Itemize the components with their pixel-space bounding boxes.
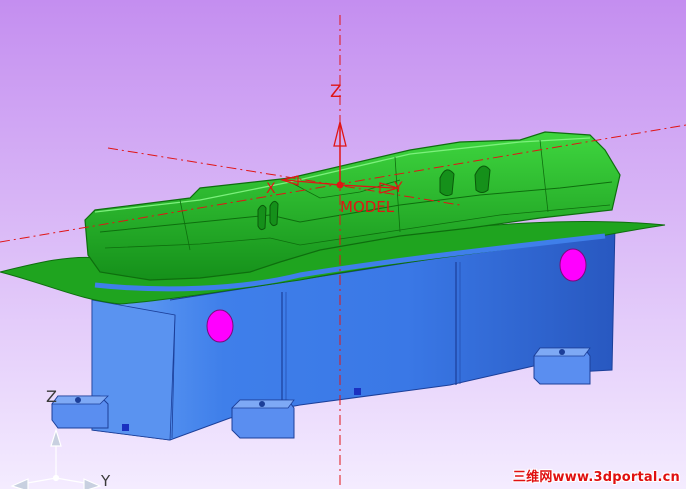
small-marker	[122, 424, 129, 431]
locating-hole-left[interactable]	[206, 309, 234, 343]
view-triad-z-label: Z	[46, 387, 57, 406]
small-marker	[354, 388, 361, 395]
3d-model-view[interactable]: Z X Y MODEL Z Y	[0, 0, 686, 489]
model-axis-z-label: Z	[330, 82, 342, 102]
model-axis-y-label: Y	[393, 180, 403, 196]
view-triad-y-label: Y	[100, 472, 111, 489]
mounting-block-left[interactable]	[51, 395, 109, 429]
locating-hole-right[interactable]	[559, 248, 587, 282]
model-axis-x-label: X	[266, 181, 276, 197]
cad-viewport[interactable]: Z X Y MODEL Z Y 三维网www.3dportal.cn	[0, 0, 686, 489]
model-name-label: MODEL	[340, 198, 395, 216]
mounting-block-middle[interactable]	[231, 399, 295, 439]
mounting-block-right[interactable]	[533, 347, 591, 385]
site-watermark: 三维网www.3dportal.cn	[512, 470, 680, 485]
